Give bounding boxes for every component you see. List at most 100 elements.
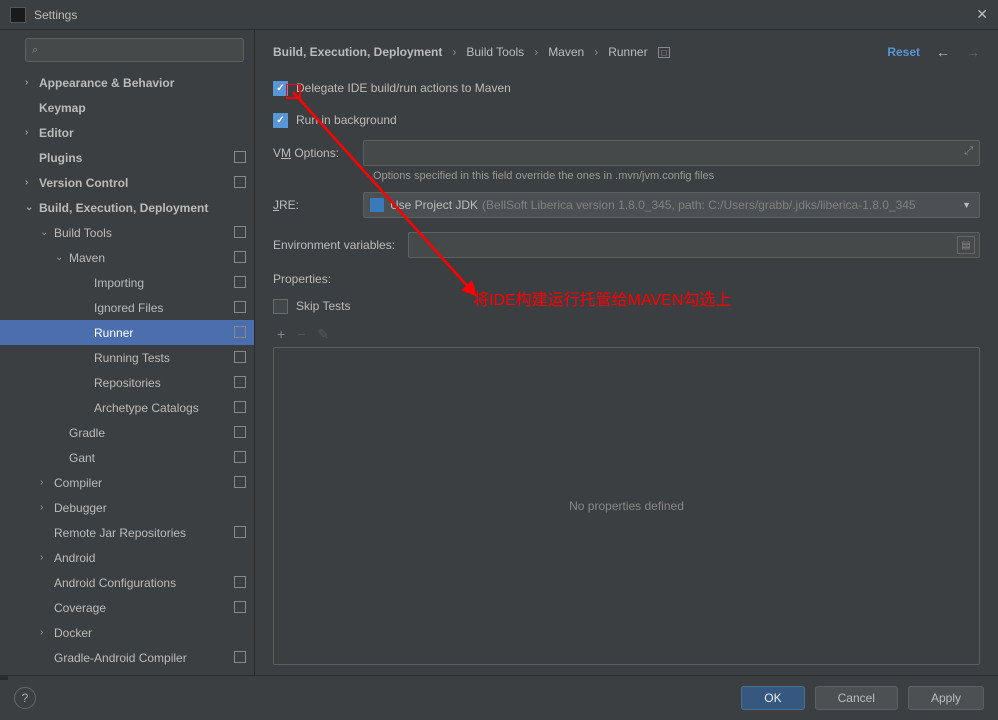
project-badge-icon <box>234 351 246 363</box>
sidebar-item-label: Debugger <box>54 501 107 515</box>
sidebar-item-label: Version Control <box>39 176 128 190</box>
sidebar-item-label: Build Tools <box>54 226 112 240</box>
search-icon: ⌕ <box>32 44 38 57</box>
sidebar-item-version-control[interactable]: ›Version Control <box>0 170 254 195</box>
chevron-icon: ⌄ <box>55 252 69 263</box>
sidebar-item-docker[interactable]: ›Docker <box>0 620 254 645</box>
sidebar-item-build-execution-deployment[interactable]: ⌄Build, Execution, Deployment <box>0 195 254 220</box>
properties-label: Properties: <box>273 272 980 286</box>
reset-link[interactable]: Reset <box>887 45 920 59</box>
help-button[interactable]: ? <box>14 687 36 709</box>
remove-button[interactable]: − <box>297 326 305 343</box>
sidebar-item-editor[interactable]: ›Editor <box>0 120 254 145</box>
sidebar-item-importing[interactable]: Importing <box>0 270 254 295</box>
chevron-down-icon: ▼ <box>962 200 971 210</box>
env-variables-input[interactable]: ▤ <box>408 232 980 258</box>
breadcrumb-l2[interactable]: Maven <box>548 45 584 59</box>
sidebar-item-repositories[interactable]: Repositories <box>0 370 254 395</box>
chevron-icon: › <box>40 552 54 563</box>
env-browse-button[interactable]: ▤ <box>957 236 975 254</box>
sidebar-item-label: Docker <box>54 626 92 640</box>
project-badge-icon <box>234 226 246 238</box>
skip-tests-label: Skip Tests <box>296 299 350 313</box>
window-title: Settings <box>34 8 77 22</box>
sidebar-item-label: Android <box>54 551 95 565</box>
sidebar-item-ignored-files[interactable]: Ignored Files <box>0 295 254 320</box>
background-label: Run in background <box>296 113 397 127</box>
sidebar-item-label: Plugins <box>39 151 82 165</box>
sidebar-item-label: Android Configurations <box>54 576 176 590</box>
sidebar-item-appearance-behavior[interactable]: ›Appearance & Behavior <box>0 70 254 95</box>
breadcrumb-root[interactable]: Build, Execution, Deployment <box>273 45 442 59</box>
sidebar-item-gradle[interactable]: Gradle <box>0 420 254 445</box>
chevron-right-icon: › <box>534 45 538 59</box>
sidebar-item-build-tools[interactable]: ⌄Build Tools <box>0 220 254 245</box>
sidebar-item-label: Remote Jar Repositories <box>54 526 186 540</box>
sidebar-item-running-tests[interactable]: Running Tests <box>0 345 254 370</box>
project-badge-icon <box>234 426 246 438</box>
vm-options-label: VM Options: <box>273 146 363 160</box>
app-icon <box>10 7 26 23</box>
background-checkbox[interactable] <box>273 113 288 128</box>
properties-empty: No properties defined <box>569 499 684 513</box>
apply-button[interactable]: Apply <box>908 686 984 710</box>
sidebar-item-label: Importing <box>94 276 144 290</box>
sidebar-item-plugins[interactable]: Plugins <box>0 145 254 170</box>
sidebar-item-label: Ignored Files <box>94 301 163 315</box>
sidebar-item-coverage[interactable]: Coverage <box>0 595 254 620</box>
settings-sidebar: ⌕ ›Appearance & BehaviorKeymap›EditorPlu… <box>0 30 255 675</box>
sidebar-item-label: Appearance & Behavior <box>39 76 174 90</box>
settings-main: Build, Execution, Deployment › Build Too… <box>255 30 998 675</box>
env-label: Environment variables: <box>273 238 408 252</box>
project-badge-icon <box>234 326 246 338</box>
vm-options-input[interactable]: ⤢ <box>363 140 980 166</box>
sidebar-item-label: Gradle <box>69 426 105 440</box>
sidebar-item-android-configurations[interactable]: Android Configurations <box>0 570 254 595</box>
properties-toolbar: + − ✎ <box>273 326 980 343</box>
jre-select[interactable]: Use Project JDK (BellSoft Liberica versi… <box>363 192 980 218</box>
sidebar-item-android[interactable]: ›Android <box>0 545 254 570</box>
project-badge-icon <box>234 451 246 463</box>
sidebar-item-debugger[interactable]: ›Debugger <box>0 495 254 520</box>
ok-button[interactable]: OK <box>741 686 804 710</box>
sidebar-item-gant[interactable]: Gant <box>0 445 254 470</box>
chevron-icon: › <box>40 627 54 638</box>
cancel-button[interactable]: Cancel <box>815 686 898 710</box>
project-badge-icon <box>234 601 246 613</box>
sidebar-item-gradle-android-compiler[interactable]: Gradle-Android Compiler <box>0 645 254 670</box>
chevron-icon: ⌄ <box>40 227 54 238</box>
forward-icon[interactable]: → <box>966 44 980 60</box>
sidebar-item-label: Build, Execution, Deployment <box>39 201 208 215</box>
chevron-icon: › <box>25 177 39 188</box>
delegate-checkbox[interactable] <box>273 81 288 96</box>
sidebar-item-maven[interactable]: ⌄Maven <box>0 245 254 270</box>
sidebar-item-remote-jar-repositories[interactable]: Remote Jar Repositories <box>0 520 254 545</box>
search-field[interactable] <box>42 43 237 57</box>
add-button[interactable]: + <box>277 326 285 343</box>
sidebar-item-runner[interactable]: Runner <box>0 320 254 345</box>
sidebar-item-keymap[interactable]: Keymap <box>0 95 254 120</box>
skip-tests-checkbox[interactable] <box>273 299 288 314</box>
sidebar-item-label: Maven <box>69 251 105 265</box>
sidebar-item-label: Gradle-Android Compiler <box>54 651 187 665</box>
back-icon[interactable]: ← <box>936 44 950 60</box>
breadcrumb-l1[interactable]: Build Tools <box>466 45 524 59</box>
edit-button[interactable]: ✎ <box>317 326 329 343</box>
project-badge-icon <box>234 251 246 263</box>
project-badge-icon <box>234 301 246 313</box>
project-badge-icon <box>234 176 246 188</box>
project-badge-icon: ◻ <box>658 47 671 58</box>
properties-list[interactable]: No properties defined <box>273 347 980 665</box>
close-icon[interactable]: ✕ <box>976 6 988 23</box>
expand-icon[interactable]: ⤢ <box>964 145 973 158</box>
sidebar-item-compiler[interactable]: ›Compiler <box>0 470 254 495</box>
project-badge-icon <box>234 376 246 388</box>
search-input[interactable]: ⌕ <box>25 38 244 62</box>
chevron-icon: ⌄ <box>25 202 39 213</box>
sidebar-item-label: Runner <box>94 326 133 340</box>
sidebar-item-archetype-catalogs[interactable]: Archetype Catalogs <box>0 395 254 420</box>
project-badge-icon <box>234 576 246 588</box>
delegate-label: Delegate IDE build/run actions to Maven <box>296 81 511 95</box>
chevron-right-icon: › <box>452 45 456 59</box>
sidebar-item-label: Keymap <box>39 101 86 115</box>
